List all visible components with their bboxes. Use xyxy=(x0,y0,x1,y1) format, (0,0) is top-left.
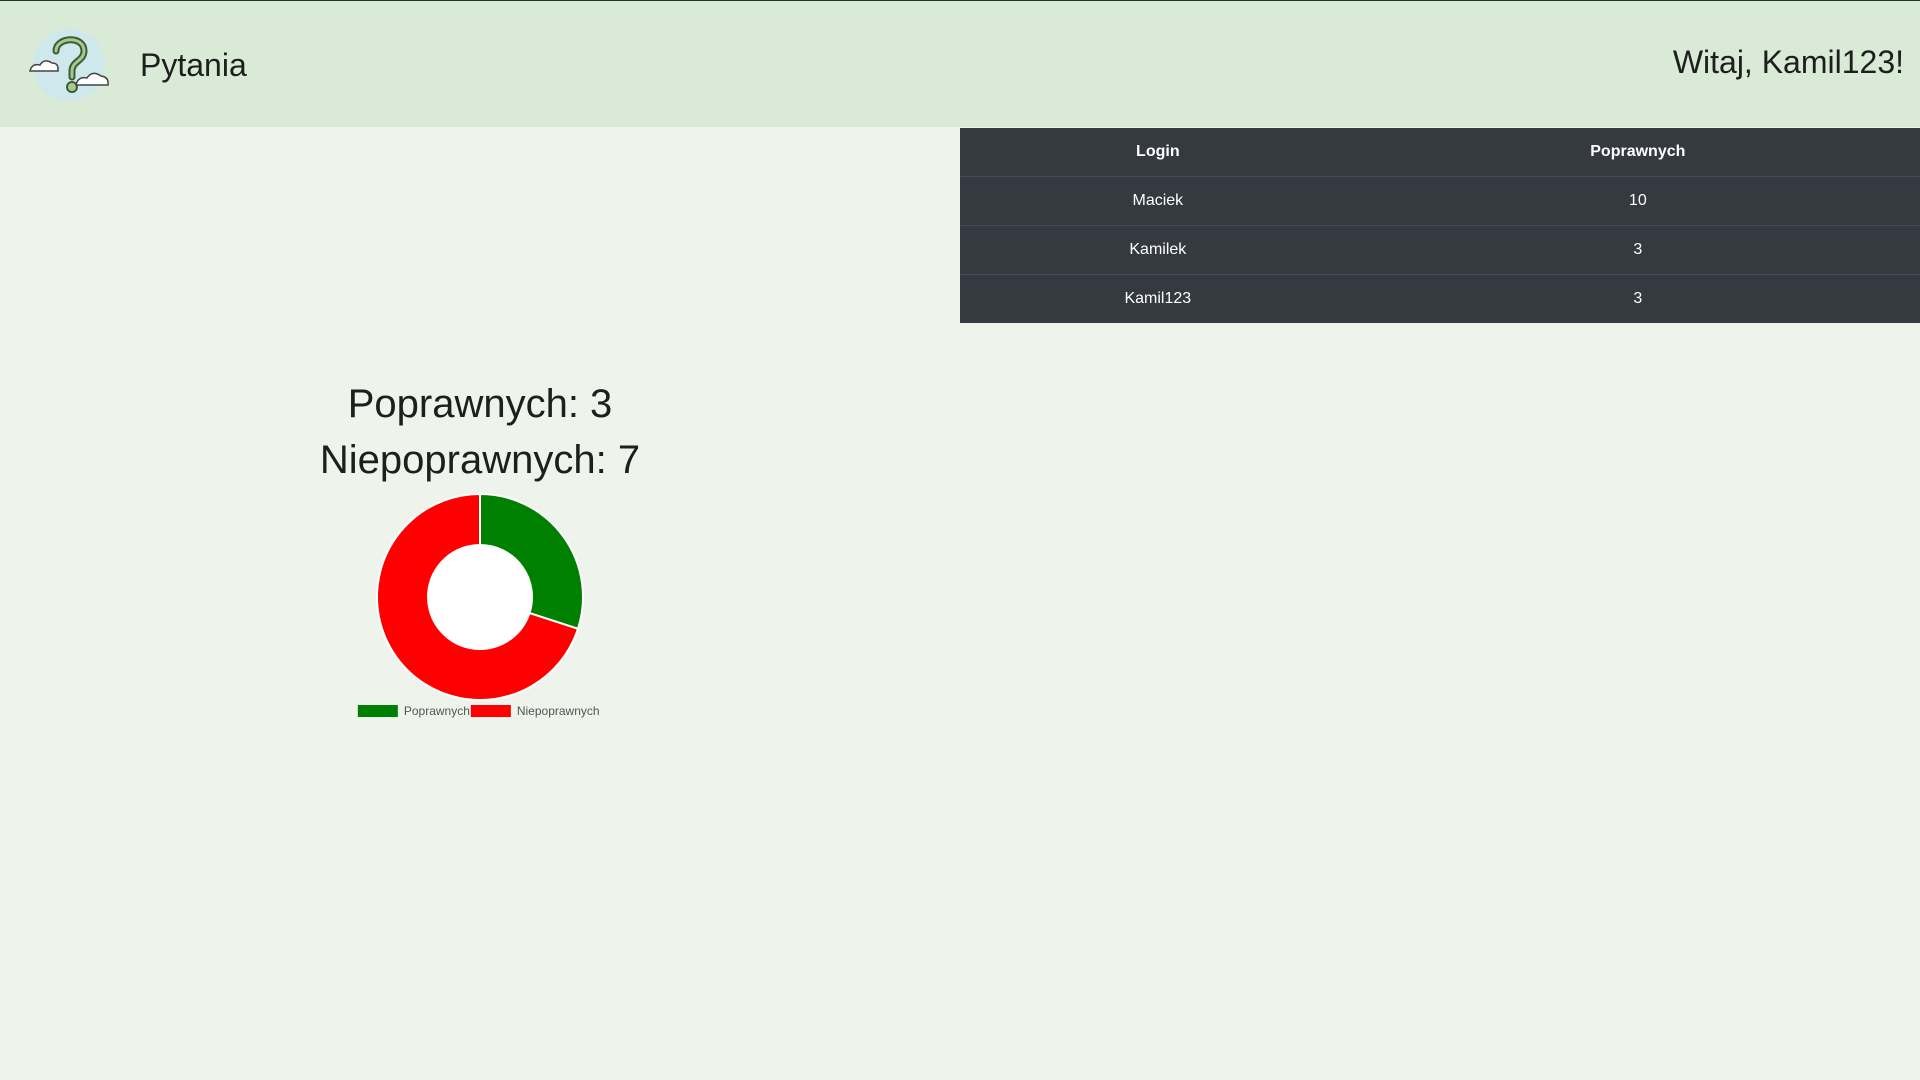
column-header-correct: Poprawnych xyxy=(1590,143,1686,160)
table-row: Maciek 10 xyxy=(960,176,1920,226)
correct-cell: 3 xyxy=(1355,225,1920,275)
table-row: Kamilek 3 xyxy=(960,225,1920,275)
navbar: Pytania Witaj, Kamil123! xyxy=(0,1,1920,127)
results-donut-chart: Poprawnych Niepoprawnych xyxy=(357,492,600,718)
correct-count-text: Poprawnych: 3 xyxy=(347,382,613,426)
correct-cell: 10 xyxy=(1355,176,1920,226)
page: Pytania Witaj, Kamil123! Login Poprawnyc… xyxy=(0,0,1920,1080)
scoreboard-table: Login Poprawnych Maciek 10 Kamilek 3 Kam… xyxy=(960,128,1920,323)
donut-hole xyxy=(429,546,531,648)
table-header-row: Login Poprawnych xyxy=(960,128,1920,177)
table-row: Kamil123 3 xyxy=(960,274,1920,323)
user-greeting: Witaj, Kamil123! xyxy=(1672,44,1904,80)
legend-label-niepoprawnych[interactable]: Niepoprawnych xyxy=(517,704,600,718)
incorrect-count-text: Niepoprawnych: 7 xyxy=(319,438,641,482)
legend-swatch-poprawnych[interactable] xyxy=(357,705,398,717)
login-cell: Maciek xyxy=(960,176,1356,226)
correct-cell: 3 xyxy=(1355,274,1920,323)
login-cell: Kamil123 xyxy=(960,274,1356,323)
question-clouds-icon[interactable] xyxy=(26,27,112,103)
stats-summary: Poprawnych: 3 Niepoprawnych: 7 xyxy=(180,376,780,488)
login-cell: Kamilek xyxy=(960,225,1356,275)
legend-swatch-niepoprawnych[interactable] xyxy=(470,705,511,717)
column-header-login: Login xyxy=(1136,143,1180,160)
brand-title[interactable]: Pytania xyxy=(140,45,247,85)
legend-label-poprawnych[interactable]: Poprawnych xyxy=(404,704,470,718)
